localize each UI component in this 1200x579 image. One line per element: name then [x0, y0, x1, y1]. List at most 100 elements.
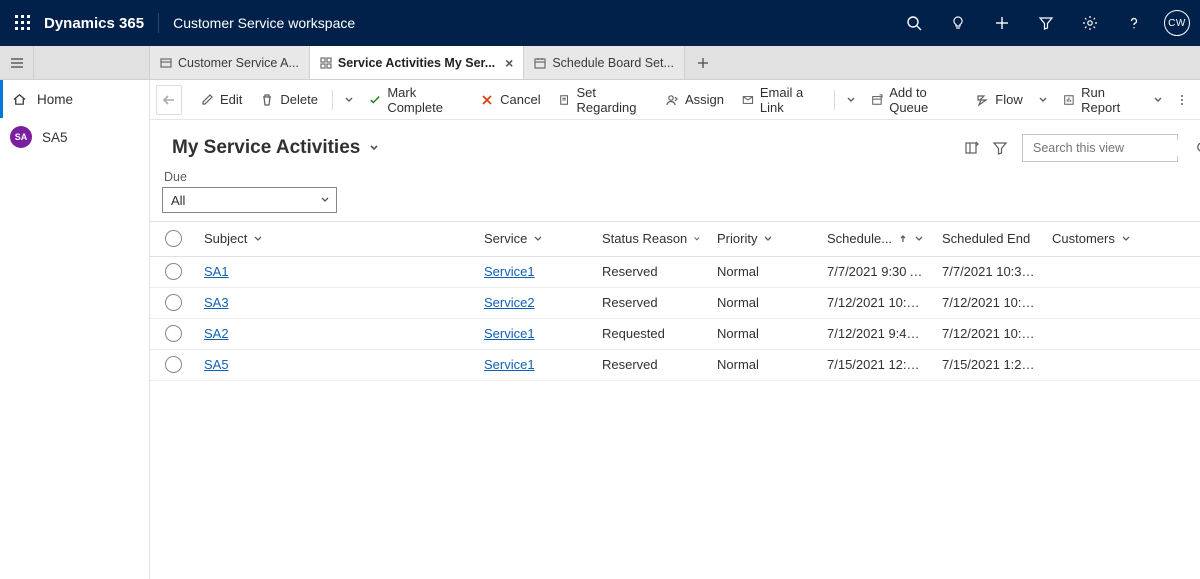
customers-cell: [1044, 349, 1200, 380]
flow-button[interactable]: Flow: [967, 85, 1030, 115]
hamburger-icon[interactable]: [0, 46, 34, 79]
service-link[interactable]: Service1: [484, 357, 535, 372]
subject-link[interactable]: SA2: [204, 326, 229, 341]
funnel-icon[interactable]: [1026, 0, 1066, 46]
cancel-button[interactable]: Cancel: [472, 85, 548, 115]
sidebar-item-label: SA5: [42, 130, 68, 145]
email-split-chevron[interactable]: [841, 85, 862, 115]
lightbulb-icon[interactable]: [938, 0, 978, 46]
customers-cell: [1044, 256, 1200, 287]
search-input[interactable]: [1031, 140, 1196, 156]
tab-schedule-board[interactable]: Schedule Board Set...: [524, 46, 685, 79]
sidebar-item-record[interactable]: SA SA5: [0, 118, 149, 156]
edit-button[interactable]: Edit: [192, 85, 250, 115]
col-scheduled-end[interactable]: Scheduled End: [934, 222, 1044, 256]
command-bar: Edit Delete Mark Complete Cancel Set Reg…: [150, 80, 1200, 120]
chevron-down-icon: [368, 142, 380, 154]
run-report-button[interactable]: Run Report: [1055, 85, 1145, 115]
subject-link[interactable]: SA5: [204, 357, 229, 372]
row-selector[interactable]: [165, 325, 182, 342]
view-header: My Service Activities: [150, 120, 1200, 168]
separator: [332, 90, 333, 110]
col-status-reason[interactable]: Status Reason: [594, 222, 709, 256]
service-link[interactable]: Service2: [484, 295, 535, 310]
chevron-down-icon: [693, 234, 701, 244]
flow-chevron[interactable]: [1033, 85, 1054, 115]
session-sidebar: Home SA SA5: [0, 80, 150, 579]
status-cell: Reserved: [594, 287, 709, 318]
help-icon[interactable]: [1114, 0, 1154, 46]
app-launcher-icon[interactable]: [14, 14, 32, 32]
start-cell: 7/12/2021 9:40 PM: [819, 318, 934, 349]
plus-icon[interactable]: [982, 0, 1022, 46]
edit-columns-icon[interactable]: [958, 134, 986, 162]
assign-button[interactable]: Assign: [657, 85, 732, 115]
col-service[interactable]: Service: [476, 222, 594, 256]
sidebar-item-label: Home: [37, 92, 73, 107]
start-cell: 7/12/2021 10:00 ...: [819, 287, 934, 318]
run-report-chevron[interactable]: [1147, 85, 1168, 115]
status-cell: Requested: [594, 318, 709, 349]
chevron-down-icon: [763, 234, 773, 244]
table-row[interactable]: SA1 Service1 ReservedNormal7/7/2021 9:30 A…: [150, 256, 1200, 287]
filter-icon[interactable]: [986, 134, 1014, 162]
subject-link[interactable]: SA1: [204, 264, 229, 279]
priority-cell: Normal: [709, 256, 819, 287]
data-grid: Subject Service Status Reason Priority S…: [150, 221, 1200, 579]
priority-cell: Normal: [709, 287, 819, 318]
brand-title[interactable]: Dynamics 365: [44, 15, 144, 32]
new-tab-button[interactable]: [685, 46, 721, 79]
chevron-down-icon: [1121, 234, 1131, 244]
service-link[interactable]: Service1: [484, 264, 535, 279]
select-all-header[interactable]: [150, 222, 196, 256]
window-icon: [160, 57, 172, 69]
mark-complete-button[interactable]: Mark Complete: [361, 85, 470, 115]
dropdown-value: All: [171, 193, 185, 208]
search-icon[interactable]: [1196, 141, 1200, 155]
gear-icon[interactable]: [1070, 0, 1110, 46]
start-cell: 7/7/2021 9:30 AM: [819, 256, 934, 287]
grid-icon: [320, 57, 332, 69]
overflow-button[interactable]: [1170, 85, 1194, 115]
filter-label: Due: [164, 170, 1188, 184]
home-icon: [12, 92, 27, 107]
close-icon[interactable]: ×: [505, 55, 513, 71]
status-cell: Reserved: [594, 256, 709, 287]
email-link-button[interactable]: Email a Link: [734, 85, 828, 115]
app-title[interactable]: Customer Service workspace: [173, 15, 355, 31]
service-link[interactable]: Service1: [484, 326, 535, 341]
col-customers[interactable]: Customers: [1044, 222, 1200, 256]
row-selector[interactable]: [165, 294, 182, 311]
chevron-down-icon: [914, 234, 924, 244]
table-row[interactable]: SA5Service1ReservedNormal7/15/2021 12:59…: [150, 349, 1200, 380]
search-icon[interactable]: [894, 0, 934, 46]
tab-label: Service Activities My Ser...: [338, 56, 495, 70]
end-cell: 7/12/2021 10:10 ...: [934, 318, 1044, 349]
table-row[interactable]: SA3 Service2 ReservedNormal7/12/2021 10:00…: [150, 287, 1200, 318]
tab-label: Customer Service A...: [178, 56, 299, 70]
priority-cell: Normal: [709, 349, 819, 380]
view-selector[interactable]: My Service Activities: [172, 137, 380, 159]
tab-customer-service[interactable]: Customer Service A...: [150, 46, 310, 79]
back-button[interactable]: [156, 85, 182, 115]
row-selector[interactable]: [165, 356, 182, 373]
due-filter-dropdown[interactable]: All: [162, 187, 337, 213]
set-regarding-button[interactable]: Set Regarding: [551, 85, 655, 115]
tab-strip: Customer Service A... Service Activities…: [0, 46, 1200, 80]
end-cell: 7/15/2021 1:29 PM: [934, 349, 1044, 380]
subject-link[interactable]: SA3: [204, 295, 229, 310]
col-scheduled-start[interactable]: Schedule...: [819, 222, 934, 256]
user-avatar[interactable]: CW: [1164, 10, 1190, 36]
table-row[interactable]: SA2Service1RequestedNormal7/12/2021 9:40…: [150, 318, 1200, 349]
col-priority[interactable]: Priority: [709, 222, 819, 256]
col-subject[interactable]: Subject: [196, 222, 476, 256]
global-navbar: Dynamics 365 Customer Service workspace …: [0, 0, 1200, 46]
add-to-queue-button[interactable]: Add to Queue: [863, 85, 965, 115]
delete-split-chevron[interactable]: [339, 85, 360, 115]
delete-button[interactable]: Delete: [252, 85, 326, 115]
tab-service-activities[interactable]: Service Activities My Ser... ×: [310, 46, 524, 79]
end-cell: 7/7/2021 10:30 AM: [934, 256, 1044, 287]
view-search-box[interactable]: [1022, 134, 1178, 162]
sidebar-item-home[interactable]: Home: [0, 80, 149, 118]
row-selector[interactable]: [165, 263, 182, 280]
